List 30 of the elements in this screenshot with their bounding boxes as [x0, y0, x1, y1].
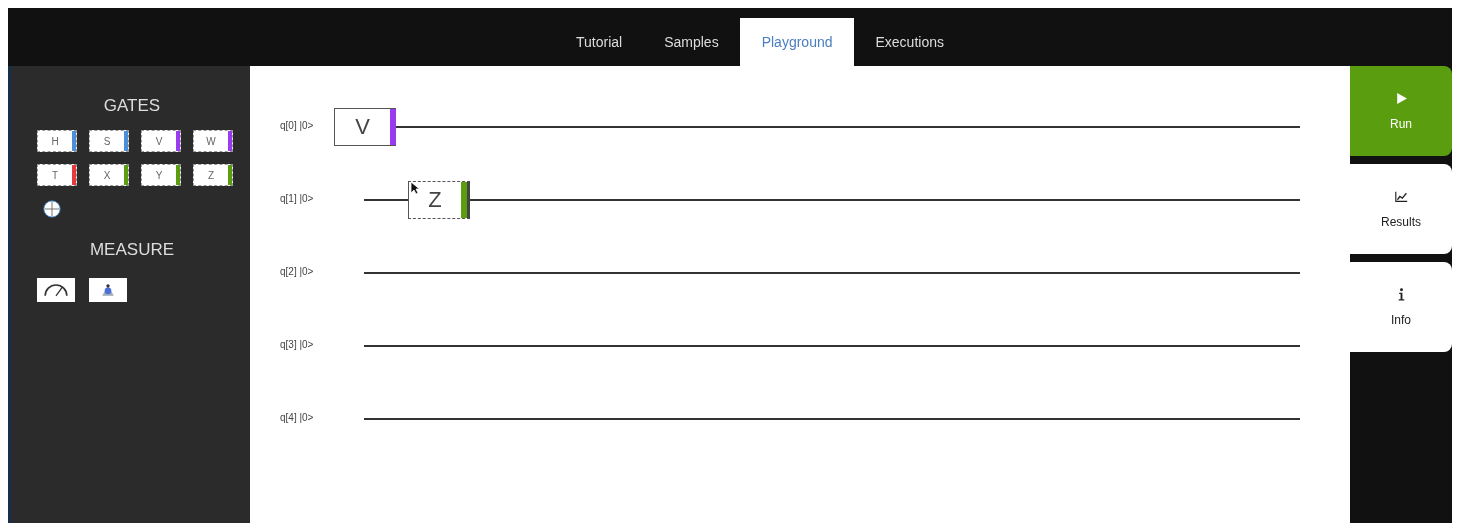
- qubit-label: q[1] |0>: [280, 193, 315, 204]
- qubit-label: q[0] |0>: [280, 120, 315, 131]
- gates-heading: GATES: [102, 96, 162, 116]
- nav-tab[interactable]: Executions: [854, 18, 965, 66]
- gate-tile[interactable]: W: [193, 130, 233, 152]
- nav-tab[interactable]: Samples: [643, 18, 740, 66]
- bloch-icon[interactable]: [89, 278, 127, 302]
- run-button[interactable]: Run: [1350, 66, 1452, 156]
- gate-tile[interactable]: H: [37, 130, 77, 152]
- gauge-icon[interactable]: [37, 278, 75, 302]
- gate-tile[interactable]: V: [141, 130, 181, 152]
- gate-tile[interactable]: T: [37, 164, 77, 186]
- gate-tile[interactable]: Y: [141, 164, 181, 186]
- info-button[interactable]: Info: [1350, 262, 1452, 352]
- line-chart-icon: [1394, 189, 1408, 203]
- circuit-gate[interactable]: Z: [408, 181, 470, 219]
- gate-tile[interactable]: Z: [193, 164, 233, 186]
- gate-tile[interactable]: X: [89, 164, 129, 186]
- cursor-icon: [410, 181, 420, 195]
- nav-tab[interactable]: Tutorial: [555, 18, 644, 66]
- circuit-gate[interactable]: V: [334, 108, 396, 146]
- qubit-label: q[4] |0>: [280, 412, 315, 423]
- gate-tile[interactable]: S: [89, 130, 129, 152]
- cnot-icon[interactable]: [43, 200, 61, 218]
- measure-heading: MEASURE: [88, 240, 176, 260]
- qubit-label: q[2] |0>: [280, 266, 315, 277]
- qubit-label: q[3] |0>: [280, 339, 315, 350]
- results-button[interactable]: Results: [1350, 164, 1452, 254]
- nav-tab[interactable]: Playground: [739, 18, 855, 66]
- play-icon: [1394, 91, 1408, 105]
